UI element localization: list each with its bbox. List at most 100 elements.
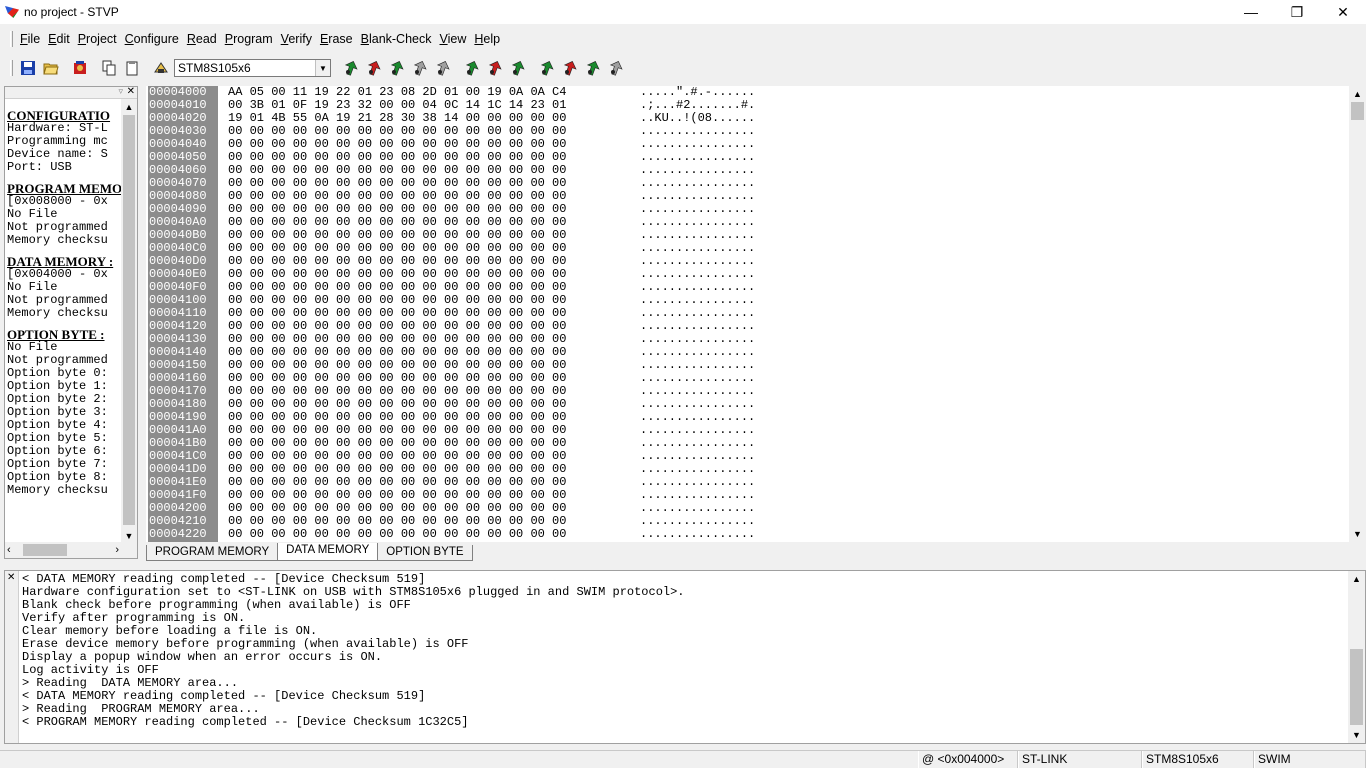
menu-program[interactable]: Program [221,29,277,49]
erase-all-button[interactable] [604,57,627,79]
menu-edit[interactable]: Edit [44,29,74,49]
menu-blank-check[interactable]: Blank-Check [357,29,436,49]
read-current-tab-button[interactable] [339,57,362,79]
device-select-value: STM8S105x6 [178,61,251,75]
open-button[interactable] [39,57,62,79]
scroll-thumb[interactable] [1351,102,1364,120]
configure-button[interactable] [149,57,172,79]
verify-all-button[interactable] [581,57,604,79]
save-icon [20,61,35,75]
window-title: no project - STVP [24,5,119,19]
close-button[interactable]: ✕ [1320,0,1366,24]
hex-vscrollbar[interactable]: ▲ ▼ [1349,86,1366,542]
minimize-button[interactable]: — [1228,0,1274,24]
erase-current-tab-icon [413,61,427,76]
info-line: Memory checksu [7,233,108,247]
device-select[interactable]: STM8S105x6 ▼ [174,59,331,77]
scroll-left-icon[interactable]: ‹ [7,542,11,558]
read-all-tabs-button[interactable] [460,57,483,79]
maximize-button[interactable]: ❐ [1274,0,1320,24]
menu-bar: File Edit Project Configure Read Program Verif… [0,29,1366,49]
log-content: < DATA MEMORY reading completed -- [Devi… [22,573,685,729]
hex-editor[interactable]: 00004000 AA 05 00 11 19 22 01 23 08 2D 01… [146,86,1366,542]
hex-row[interactable]: 00004220 00 00 00 00 00 00 00 00 00 00 00… [146,528,755,541]
program-all-button[interactable] [558,57,581,79]
status-protocol: SWIM [1254,751,1366,768]
tab-option-byte[interactable]: OPTION BYTE [377,545,473,561]
window-controls: — ❐ ✕ [1228,0,1366,24]
blank-check-current-tab-button[interactable] [431,57,454,79]
menu-help[interactable]: Help [470,29,504,49]
scroll-right-icon[interactable]: › [115,542,119,558]
hex-rows: 00004000 AA 05 00 11 19 22 01 23 08 2D 01… [146,86,755,541]
log-panel-side: ✕ [5,571,19,743]
log-line: < PROGRAM MEMORY reading completed -- [D… [22,715,469,729]
copy-icon [102,60,115,76]
chip-config-icon [153,62,168,73]
title-bar: no project - STVP — ❐ ✕ [0,0,1366,24]
paste-button[interactable] [120,57,143,79]
hscroll-thumb[interactable] [23,544,67,556]
program-current-tab-icon [367,61,381,76]
menu-project[interactable]: Project [74,29,121,49]
read-current-tab-icon [344,61,358,76]
info-panel-vscrollbar[interactable]: ▲ ▼ [121,99,137,544]
program-current-tab-button[interactable] [362,57,385,79]
menu-erase[interactable]: Erase [316,29,357,49]
read-all-icon [540,61,554,76]
blank-check-current-tab-icon [436,61,450,76]
hex-ascii: ................ [640,527,756,541]
verify-current-tab-button[interactable] [385,57,408,79]
scroll-thumb[interactable] [123,115,135,525]
close-info-panel-icon[interactable]: ✕ [127,87,135,97]
save-button[interactable] [16,57,39,79]
program-all-tabs-button[interactable] [483,57,506,79]
program-all-tabs-icon [488,61,502,76]
chevron-down-icon[interactable]: ▼ [315,60,330,76]
status-address: @ <0x004000> [918,751,1018,768]
info-panel: ▿ ✕ CONFIGURATIO Hardware: ST-L Programmin… [4,86,138,559]
scroll-down-icon[interactable]: ▼ [1348,727,1365,743]
info-panel-header: ▿ ✕ [5,87,137,99]
menu-verify[interactable]: Verify [277,29,316,49]
read-all-button[interactable] [535,57,558,79]
scroll-up-icon[interactable]: ▲ [1348,571,1365,587]
info-line: Memory checksu [7,483,108,497]
erase-all-icon [609,61,623,76]
info-line: Port: USB [7,160,72,174]
menu-view[interactable]: View [436,29,471,49]
info-panel-content: CONFIGURATIO Hardware: ST-L Programming mc… [7,101,121,541]
tab-data-memory[interactable]: DATA MEMORY [277,543,379,561]
status-hardware: ST-LINK [1018,751,1142,768]
paste-icon [126,61,137,76]
tab-program-memory[interactable]: PROGRAM MEMORY [146,545,279,561]
hex-bytes[interactable]: 00 00 00 00 00 00 00 00 00 00 00 00 00 0… [228,528,628,541]
scroll-up-icon[interactable]: ▲ [1349,86,1366,102]
log-vscrollbar[interactable]: ▲ ▼ [1348,571,1365,743]
collapse-icon[interactable]: ▿ [118,87,123,97]
menu-file[interactable]: File [16,29,44,49]
close-log-icon[interactable]: ✕ [7,572,15,583]
scroll-up-icon[interactable]: ▲ [121,99,137,115]
toolbar: STM8S105x6 ▼ [0,54,1366,82]
scroll-down-icon[interactable]: ▼ [1349,526,1366,542]
copy-button[interactable] [97,57,120,79]
project-button[interactable] [68,57,91,79]
menu-configure[interactable]: Configure [121,29,183,49]
erase-current-tab-button[interactable] [408,57,431,79]
menu-read[interactable]: Read [183,29,221,49]
status-bar: @ <0x004000> ST-LINK STM8S105x6 SWIM [0,750,1366,768]
log-panel: ✕ < DATA MEMORY reading completed -- [De… [4,570,1366,744]
verify-all-tabs-button[interactable] [506,57,529,79]
status-device: STM8S105x6 [1142,751,1254,768]
project-icon [73,61,86,74]
scroll-thumb[interactable] [1350,649,1363,725]
info-line: Memory checksu [7,306,108,320]
menu-grip [10,31,13,47]
hex-addr: 00004220 [149,527,207,541]
verify-all-icon [586,61,600,76]
program-all-icon [563,61,577,76]
stvp-app-icon [4,4,20,20]
info-panel-hscrollbar[interactable]: ‹ › [5,542,137,558]
verify-current-tab-icon [390,61,404,76]
